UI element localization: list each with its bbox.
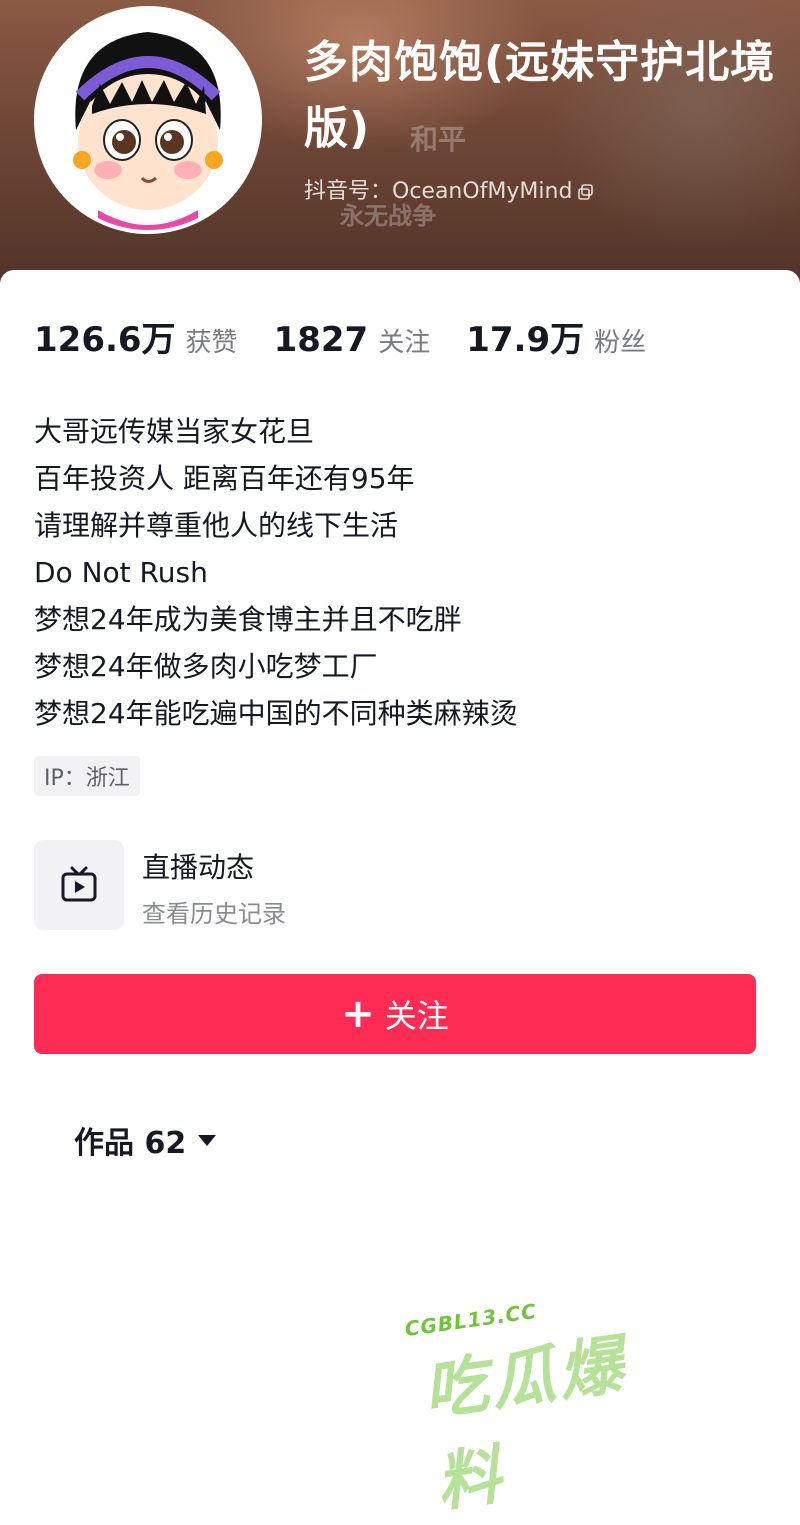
stat-followers[interactable]: 17.9万 粉丝 [466,312,646,361]
stat-likes[interactable]: 126.6万 获赞 [34,312,238,361]
avatar[interactable] [34,6,262,234]
live-title[interactable]: 直播动态 [142,846,254,886]
profile-stats: 126.6万 获赞 1827 关注 17.9万 粉丝 [34,312,682,361]
stat-label: 粉丝 [594,328,647,358]
profile-header-background: 和平 永无战争 多肉饱饱(远妹守护北境版) 抖音号：OceanOfMyMind [0,0,800,300]
ip-location-badge: IP：浙江 [34,756,140,796]
bio-line: 梦想24年成为美食博主并且不吃胖 [34,603,462,636]
douyin-id-text: 抖音号：OceanOfMyMind [304,179,573,204]
avatar-cartoon-icon [38,10,258,230]
profile-name: 多肉饱饱(远妹守护北境版) [304,37,776,154]
stat-value: 1827 [273,320,369,360]
bio-line: 梦想24年做多肉小吃梦工厂 [34,650,378,683]
tv-icon [61,866,97,902]
bio-line: Do Not Rush [34,556,208,589]
bio-line: 梦想24年能吃遍中国的不同种类麻辣烫 [34,697,518,730]
stat-label: 关注 [378,328,431,358]
live-subtitle[interactable]: 查看历史记录 [142,894,286,929]
stat-label: 获赞 [185,328,238,358]
profile-bio: 大哥远传媒当家女花旦 百年投资人 距离百年还有95年 请理解并尊重他人的线下生活… [34,408,518,737]
follow-button[interactable]: + 关注 [34,974,756,1054]
watermark-text: 吃瓜爆料 [418,1328,632,1521]
tab-works-label: 作品 62 [74,1126,187,1161]
copy-icon[interactable] [578,181,594,200]
douyin-id[interactable]: 抖音号：OceanOfMyMind [304,173,594,205]
watermark: CGBL13.CC 吃瓜爆料 [401,1262,689,1521]
tab-works[interactable]: 作品 62 [74,1118,217,1162]
follow-button-label: 关注 [384,997,449,1035]
profile-card: 126.6万 获赞 1827 关注 17.9万 粉丝 大哥远传媒当家女花旦 百年… [0,270,800,1521]
stat-value: 17.9万 [466,320,585,360]
plus-icon: + [341,991,375,1037]
caret-down-icon [198,1134,217,1146]
stat-value: 126.6万 [34,320,176,360]
bio-line: 百年投资人 距离百年还有95年 [34,462,415,495]
live-history-entry[interactable] [34,840,124,930]
stat-following[interactable]: 1827 关注 [274,320,431,360]
bio-line: 大哥远传媒当家女花旦 [34,415,315,448]
bio-line: 请理解并尊重他人的线下生活 [34,509,399,542]
